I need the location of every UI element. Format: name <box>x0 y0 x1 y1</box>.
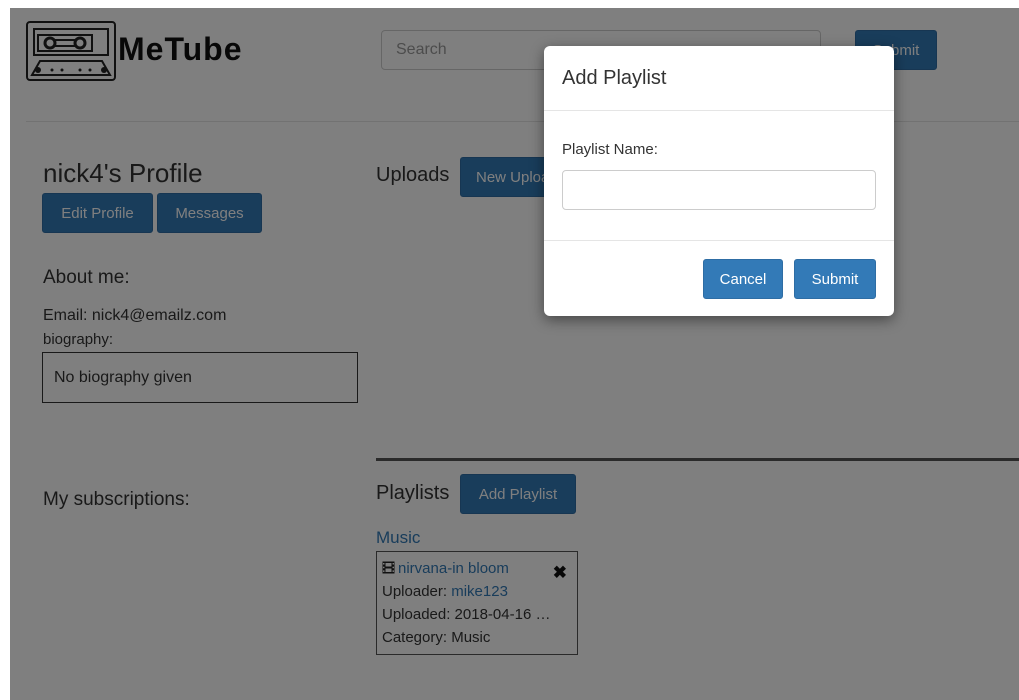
modal-header-divider <box>544 110 894 111</box>
playlist-name-input[interactable] <box>562 170 876 210</box>
add-playlist-modal: Add Playlist Playlist Name: Cancel Submi… <box>544 46 894 316</box>
modal-title: Add Playlist <box>562 67 667 89</box>
page: MeTube Search Submit nick4's Profile Edi… <box>10 8 1019 700</box>
browser-viewport: MeTube Search Submit nick4's Profile Edi… <box>0 0 1019 700</box>
modal-submit-button[interactable]: Submit <box>794 259 876 299</box>
modal-footer-divider <box>544 240 894 241</box>
playlist-name-label: Playlist Name: <box>562 141 658 158</box>
cancel-button[interactable]: Cancel <box>703 259 783 299</box>
